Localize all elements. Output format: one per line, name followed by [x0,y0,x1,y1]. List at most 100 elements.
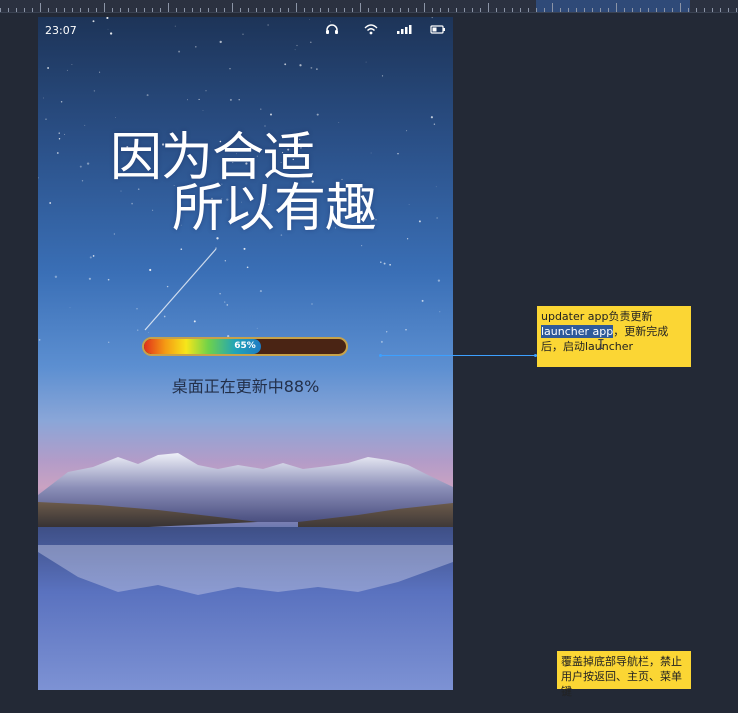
ruler-tick [440,8,441,12]
ruler-tick [512,8,513,12]
star [435,186,437,188]
star [408,204,410,205]
star [224,301,226,303]
star [198,98,200,100]
star [93,90,96,92]
star [178,50,181,53]
ruler-tick [64,8,65,12]
star [38,339,41,341]
star [365,61,367,63]
ruler-tick [328,8,329,12]
slogan-line-2: 所以有趣 [172,179,377,239]
ruler-tick [80,8,81,12]
text-cursor-icon: I [597,338,605,353]
ruler-tick [280,8,281,12]
ruler-tick [336,8,337,12]
progress-percent-label: 65% [234,341,256,351]
star [436,217,438,219]
star [338,122,340,123]
star [294,49,296,51]
connector-start-dot [379,354,382,357]
star [99,71,101,73]
star [113,233,115,235]
ruler-tick [88,8,89,12]
ruler-tick [168,3,169,12]
star [56,152,59,154]
star [406,238,409,240]
ruler-tick [376,8,377,12]
ruler-tick [24,8,25,12]
ruler-tick [552,3,553,12]
ruler-tick [112,8,113,12]
star [310,66,313,69]
ruler-tick [592,8,593,12]
star [229,98,232,101]
star [84,124,86,126]
annotation-connector [381,355,536,356]
star [259,290,262,293]
ruler-tick [480,8,481,12]
ruler-tick [608,8,609,12]
ruler-tick [720,8,721,12]
star [296,44,298,47]
ruler-tick [360,3,361,12]
star [69,307,71,309]
star [430,116,433,119]
ruler-tick [304,8,305,12]
headset-icon [326,24,338,34]
ruler-tick [200,8,201,12]
star [370,152,372,154]
annotation-note-navbar[interactable]: 覆盖掉底部导航栏，禁止用户按返回、主页、菜单键 [557,651,691,698]
ruler-tick [144,8,145,12]
star [92,255,95,257]
ruler-tick [352,8,353,12]
star [256,327,258,329]
annotation-note-updater[interactable]: updater app负责更新launcher app，更新完成后，启动laun… [537,306,691,367]
star [380,340,383,343]
star [79,165,82,168]
ruler-tick [640,8,641,12]
star [47,67,50,69]
status-time: 23:07 [45,24,77,37]
star [58,132,60,134]
phone-screen: 23:07 因为合适 所以有趣 65% 桌面正在更新中88% [38,17,453,690]
star [58,138,61,140]
star [131,202,133,205]
ruler-tick [232,3,233,12]
star [88,277,92,280]
star [186,99,189,101]
ruler-tick [248,8,249,12]
signal-icon [397,25,412,34]
ruler-tick [632,8,633,12]
ruler-tick [384,8,385,12]
note2-text: 覆盖掉底部导航栏，禁止用户按返回、主页、菜单键 [561,655,682,698]
note1-highlighted-text[interactable]: launcher app [541,325,614,338]
ruler-tick [464,8,465,12]
star [71,64,73,65]
ruler-tick [312,8,313,12]
ruler-tick [72,8,73,12]
ruler-tick [736,8,737,12]
ruler-tick [584,8,585,12]
star [389,263,391,266]
ruler-tick [576,8,577,12]
star [361,245,363,247]
ruler-tick [176,8,177,12]
ruler-tick [688,8,689,12]
star [380,261,382,263]
star [45,118,47,121]
star [311,303,313,305]
ruler-tick [32,8,33,12]
ruler-tick [40,3,41,12]
star [418,220,421,223]
star [226,304,229,306]
star [64,133,66,135]
ruler-tick [296,3,297,12]
star [60,100,63,103]
ruler-tick [528,8,529,12]
ruler-tick [320,8,321,12]
star [284,63,287,66]
ruler-tick [104,3,105,12]
ruler-tick [0,8,1,12]
ruler-tick [544,8,545,12]
